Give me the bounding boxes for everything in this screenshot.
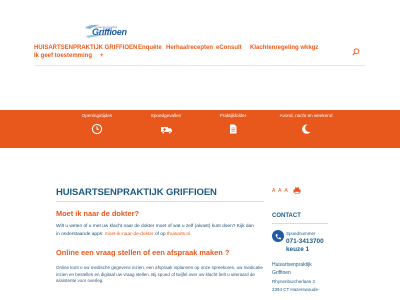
practice-city: 2394 CT Hazerswoude-	[272, 287, 320, 292]
nav-item-toestemming[interactable]: Ik geef toestemming	[34, 52, 92, 61]
practice-street: Rhynenburcherlaan 2	[272, 279, 316, 284]
spoed-phone-number[interactable]: 071-3413700	[286, 238, 324, 246]
band-item-label: Praktijkfolder	[219, 113, 247, 118]
page-title: HUISARTSENPRAKTIJK GRIFFIOEN	[56, 187, 217, 198]
thuisarts-link[interactable]: thuisarts.nl	[167, 232, 190, 237]
header-divider	[34, 65, 366, 66]
practice-name-line-1: Huisartsenpraktijk	[272, 262, 312, 268]
practice-name-line-2: Griffioen	[272, 270, 291, 276]
title-divider	[56, 201, 264, 202]
nav-item-klachtenregeling[interactable]: Klachtenregeling wkkgz	[250, 44, 318, 53]
ambulance-icon	[160, 127, 172, 134]
nav-expand-plus[interactable]: +	[100, 52, 104, 61]
band-item-label: Openingstijden	[81, 113, 113, 118]
phone-icon	[272, 230, 284, 242]
text-segment: of op	[153, 231, 167, 237]
nav-item-herhaalrecepten[interactable]: Herhaalrecepten	[166, 44, 213, 53]
section-text-dokter: Wilt u weten of u met uw klacht naar de …	[56, 223, 256, 238]
quick-links-band: Openingstijden Spoedgevallen Praktijkfol…	[0, 110, 400, 148]
spoed-label: Spoednummer	[286, 231, 316, 236]
band-item-avond-nacht-weekend[interactable]: Avond, nacht en weekend	[271, 113, 341, 135]
document-icon	[230, 124, 237, 134]
moon-icon	[302, 124, 311, 134]
band-item-label: Spoedgevallen	[150, 113, 182, 118]
section-text-online: Online kunt u uw medische gegevens inzie…	[56, 265, 263, 283]
search-icon[interactable]	[352, 48, 360, 56]
section-heading-dokter: Moet ik naar de dokter?	[56, 209, 139, 218]
logo-wordmark: Griffioen	[92, 27, 127, 37]
band-item-spoedgevallen[interactable]: Spoedgevallen	[131, 113, 201, 135]
section-heading-online: Online een vraag stellen of een afspraak…	[56, 248, 230, 257]
spoed-choice: keuze 1	[286, 246, 310, 253]
contact-title: CONTACT	[272, 213, 301, 219]
band-item-openingstijden[interactable]: Openingstijden	[62, 113, 132, 135]
site-logo[interactable]: huisartsenpraktijk Griffioen	[84, 24, 127, 40]
nav-item-enquete[interactable]: Enquête	[138, 44, 162, 53]
band-item-label: Avond, nacht en weekend	[279, 113, 333, 118]
contact-divider	[272, 223, 328, 224]
font-size-controls[interactable]: A A A	[272, 188, 289, 194]
clock-icon	[91, 123, 103, 135]
moet-ik-naar-de-dokter-link[interactable]: moet-ik-naar-de-dokter	[105, 232, 154, 237]
nav-item-econsult[interactable]: eConsult	[216, 44, 242, 53]
band-item-praktijkfolder[interactable]: Praktijkfolder	[198, 113, 268, 135]
print-icon[interactable]	[293, 187, 301, 194]
